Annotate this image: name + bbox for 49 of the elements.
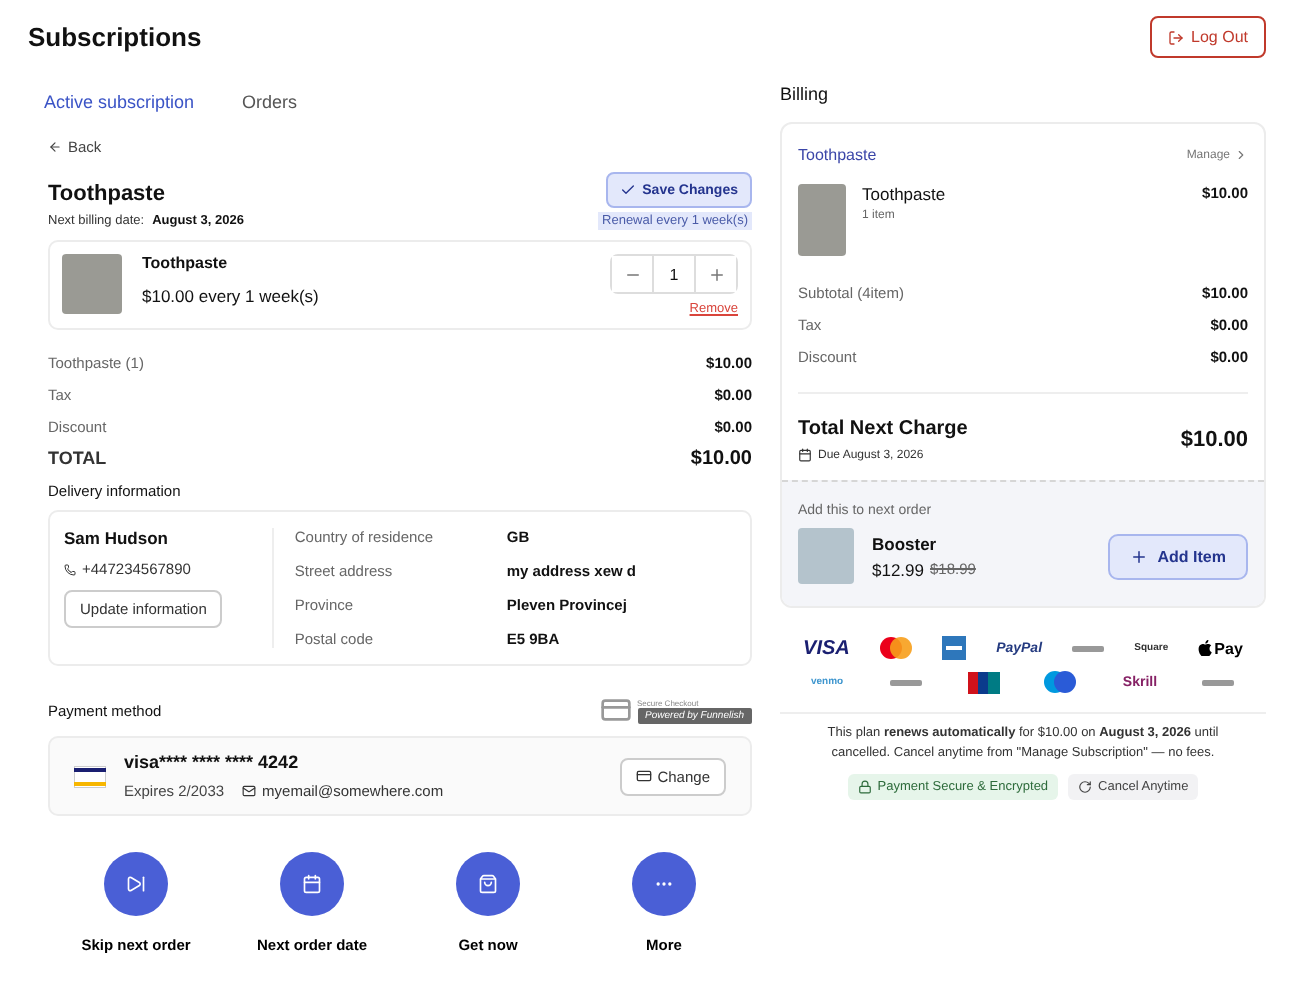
- lock-icon: [857, 780, 872, 795]
- tab[interactable]: Orders: [242, 92, 298, 112]
- customer-name: Sam Hudson: [64, 528, 170, 548]
- tab[interactable]: Active subscription: [44, 92, 195, 112]
- mail-icon: [242, 784, 257, 798]
- plus-icon: [707, 265, 725, 283]
- payment-logo-icon: [889, 679, 922, 685]
- billing-product: Toothpaste: [798, 146, 877, 164]
- card-logo-icon: [942, 636, 966, 660]
- payment-logo-icon: [1072, 645, 1105, 651]
- subscription-title: Toothpaste: [48, 182, 165, 206]
- chevron-right-icon: [1234, 148, 1248, 162]
- billing-heading: Billing: [780, 84, 831, 104]
- skip-icon: [126, 874, 146, 894]
- payment-logo: Pay: [1214, 639, 1243, 657]
- photo-placeholder: [798, 528, 854, 584]
- total-label: Total Next Charge: [798, 418, 968, 440]
- upsell-price: $12.99: [872, 559, 924, 579]
- refresh-icon: [1078, 780, 1093, 795]
- card-icon: [635, 768, 652, 784]
- summary-value: $10.00: [690, 447, 752, 469]
- product-price: $10.00 every 1 week(s): [142, 286, 319, 306]
- apple-icon: [1198, 640, 1213, 656]
- upsell-name: Booster: [872, 533, 939, 553]
- add-item-button[interactable]: Add Item: [1107, 533, 1248, 579]
- photo-placeholder: [62, 254, 122, 314]
- product-name: Toothpaste: [142, 254, 230, 272]
- card-icon: [599, 694, 632, 726]
- card-logo-icon: [1044, 670, 1077, 694]
- page-title: Subscriptions: [28, 22, 202, 52]
- check-icon: [620, 182, 637, 198]
- phone-icon: [64, 563, 76, 575]
- summary-label: TOTAL: [48, 448, 107, 468]
- bag-icon: [478, 874, 498, 894]
- photo-placeholder: [798, 184, 846, 256]
- payment-logo: VISA: [803, 637, 850, 659]
- card-logo-icon: [967, 671, 999, 693]
- card-logo-icon: [74, 765, 106, 787]
- card-logo-icon: [879, 636, 912, 660]
- card-number: visa**** **** **** 4242: [124, 752, 301, 772]
- item-name: Toothpaste: [862, 184, 946, 204]
- calendar-icon: [302, 874, 322, 894]
- logout-button[interactable]: Log Out: [1149, 16, 1266, 58]
- arrow-left-icon: [48, 140, 62, 154]
- calendar-icon: [798, 448, 812, 462]
- payment-logo-icon: [1202, 679, 1235, 685]
- logout-icon: [1167, 29, 1184, 45]
- total-value: $10.00: [1180, 428, 1248, 452]
- plus-icon: [1129, 547, 1148, 565]
